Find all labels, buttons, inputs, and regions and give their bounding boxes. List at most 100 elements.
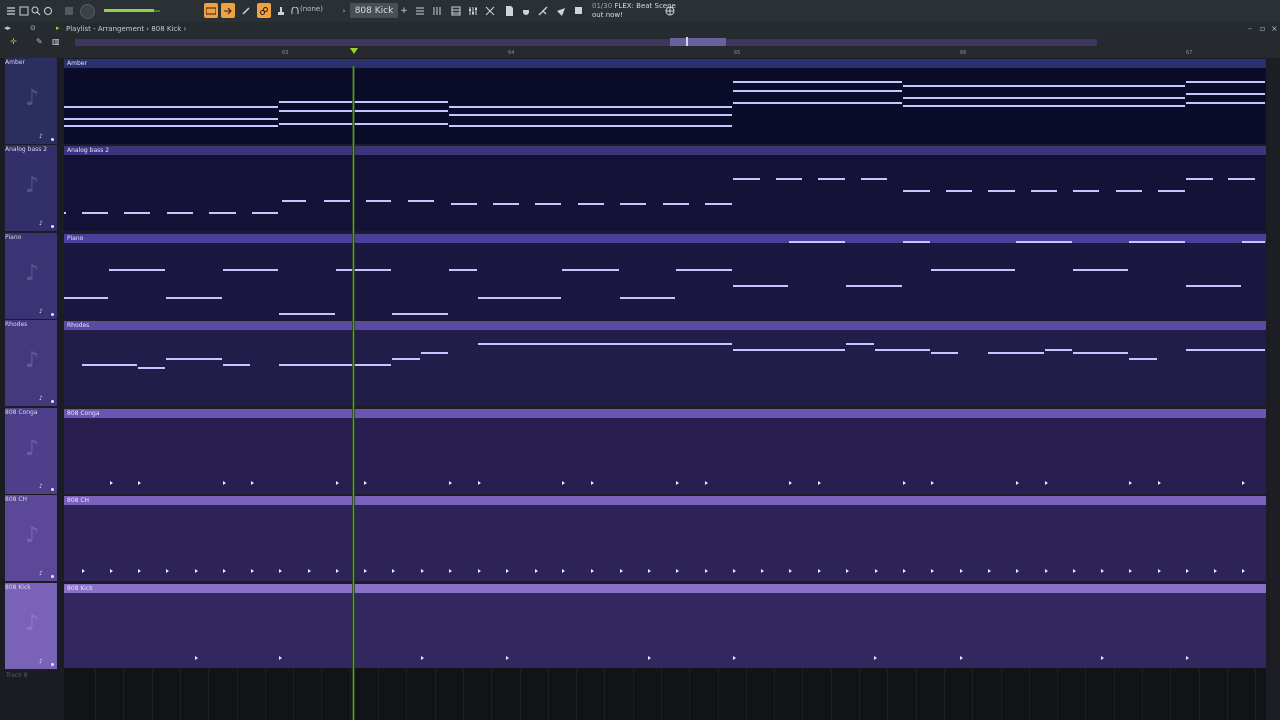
track-name[interactable]: 808 Conga bbox=[5, 409, 38, 416]
track-8-label[interactable]: Track 8 bbox=[6, 672, 27, 679]
track-instrument-icon[interactable]: ♪ bbox=[39, 395, 43, 402]
pattern-clip[interactable]: Analog bass 2 bbox=[64, 146, 1266, 231]
track-mute-led[interactable] bbox=[51, 138, 54, 141]
track-mute-led[interactable] bbox=[51, 400, 54, 403]
song-position-marker[interactable] bbox=[686, 37, 688, 46]
track-name[interactable]: 808 CH bbox=[5, 496, 27, 503]
bar-number[interactable]: 67 bbox=[1186, 50, 1192, 56]
bar-number[interactable]: 65 bbox=[734, 50, 740, 56]
close-icon[interactable]: × bbox=[1271, 24, 1278, 33]
clip-title[interactable]: Analog bass 2 bbox=[64, 146, 1266, 155]
track-name[interactable]: Piano bbox=[5, 234, 21, 241]
tempo-tap-icon[interactable] bbox=[537, 3, 549, 18]
record-icon[interactable] bbox=[42, 3, 54, 18]
track-instrument-icon[interactable]: ♪ bbox=[39, 220, 43, 227]
track-instrument-icon[interactable]: ♪ bbox=[39, 308, 43, 315]
clip-title[interactable]: Rhodes bbox=[64, 321, 1266, 330]
track-name[interactable]: 808 Kick bbox=[5, 584, 31, 591]
track-header[interactable]: 808 Kick ♪ ♪ bbox=[5, 583, 57, 669]
online-globe-icon[interactable] bbox=[664, 3, 676, 18]
track-header[interactable]: Amber ♪ ♪ bbox=[5, 58, 57, 144]
track-header[interactable]: Analog bass 2 ♪ ♪ bbox=[5, 145, 57, 231]
track-name[interactable]: Analog bass 2 bbox=[5, 146, 47, 153]
grid-line bbox=[689, 668, 690, 720]
add-pattern-icon[interactable]: + bbox=[400, 3, 408, 18]
track-name[interactable]: Amber bbox=[5, 59, 25, 66]
clip-title[interactable]: 808 Kick bbox=[64, 584, 1266, 593]
grid-line bbox=[1142, 668, 1143, 720]
stamp-icon[interactable] bbox=[274, 3, 288, 18]
midi-note bbox=[421, 352, 448, 354]
drum-hit bbox=[1045, 481, 1048, 485]
piano-roll-icon[interactable] bbox=[449, 3, 463, 18]
snap-mode-label[interactable]: (none) bbox=[300, 5, 323, 13]
playhead-marker[interactable] bbox=[350, 48, 358, 54]
link-icon[interactable] bbox=[257, 3, 271, 18]
track-mute-led[interactable] bbox=[51, 575, 54, 578]
bar-number[interactable]: 63 bbox=[282, 50, 288, 56]
clip-title[interactable]: Piano bbox=[64, 234, 1266, 243]
pattern-clip[interactable]: Rhodes bbox=[64, 321, 1266, 406]
track-mute-led[interactable] bbox=[51, 663, 54, 666]
track-mute-led[interactable] bbox=[51, 488, 54, 491]
pattern-clip[interactable]: Piano bbox=[64, 234, 1266, 319]
track-instrument-icon[interactable]: ♪ bbox=[39, 483, 43, 490]
stop-icon[interactable] bbox=[64, 3, 74, 18]
midi-note bbox=[478, 297, 561, 299]
window-options-icon[interactable]: ◂▸ bbox=[4, 24, 11, 32]
arrow-right-icon[interactable]: ▸ bbox=[56, 24, 60, 32]
clip-title[interactable]: 808 CH bbox=[64, 496, 1266, 505]
bar-number[interactable]: 66 bbox=[960, 50, 966, 56]
track-mute-led[interactable] bbox=[51, 225, 54, 228]
playlist-icon[interactable] bbox=[413, 3, 427, 18]
pattern-clip[interactable]: 808 CH bbox=[64, 496, 1266, 581]
minimize-icon[interactable]: – bbox=[1248, 24, 1252, 33]
track-header[interactable]: Rhodes ♪ ♪ bbox=[5, 320, 57, 406]
track-instrument-icon[interactable]: ♪ bbox=[39, 133, 43, 140]
drum-hit bbox=[336, 481, 339, 485]
clip-title[interactable]: 808 Conga bbox=[64, 409, 1266, 418]
midi-note bbox=[82, 212, 108, 214]
browser-icon[interactable] bbox=[483, 3, 497, 18]
vertical-scrollbar[interactable] bbox=[1270, 58, 1280, 720]
render-icon[interactable] bbox=[572, 3, 584, 18]
pencil-icon[interactable]: ✎ bbox=[36, 37, 43, 46]
maximize-icon[interactable]: ▫ bbox=[1260, 24, 1265, 33]
track-instrument-icon[interactable]: ♪ bbox=[39, 570, 43, 577]
pattern-selector[interactable]: 808 Kick bbox=[350, 3, 398, 18]
track-mute-led[interactable] bbox=[51, 313, 54, 316]
grid-line bbox=[1029, 668, 1030, 720]
zoom-tool-icon[interactable]: ⊙ bbox=[30, 24, 36, 32]
clip-title[interactable]: Amber bbox=[64, 59, 1266, 68]
pattern-song-toggle-icon[interactable] bbox=[204, 3, 218, 18]
pattern-clip[interactable]: 808 Kick bbox=[64, 584, 1266, 669]
draw-pen-icon[interactable] bbox=[240, 3, 252, 18]
horizontal-scrollbar[interactable] bbox=[75, 39, 1097, 46]
file-icon[interactable] bbox=[503, 3, 515, 18]
bar-number[interactable]: 64 bbox=[508, 50, 514, 56]
pattern-clip[interactable]: Amber bbox=[64, 59, 1266, 144]
scroll-thumb[interactable] bbox=[670, 38, 726, 46]
tool-arrows-icon[interactable]: ✛ bbox=[10, 37, 17, 46]
track-header[interactable]: 808 Conga ♪ ♪ bbox=[5, 408, 57, 494]
zoom-icon[interactable] bbox=[30, 3, 42, 18]
mixer-icon[interactable] bbox=[466, 3, 480, 18]
tempo-knob[interactable] bbox=[80, 4, 95, 19]
plugin-icon[interactable] bbox=[520, 3, 532, 18]
playlist-arrow-icon[interactable] bbox=[221, 3, 235, 18]
track-name[interactable]: Rhodes bbox=[5, 321, 27, 328]
piano-keys-icon[interactable]: ▥ bbox=[52, 37, 60, 46]
pattern-clip[interactable]: 808 Conga bbox=[64, 409, 1266, 494]
drum-hit bbox=[733, 569, 736, 573]
midi-note bbox=[1129, 241, 1185, 243]
midi-note bbox=[578, 203, 604, 205]
magnet-icon[interactable] bbox=[291, 3, 299, 18]
menu-icon[interactable] bbox=[4, 3, 18, 18]
channel-rack-icon[interactable] bbox=[430, 3, 444, 18]
track-header[interactable]: 808 CH ♪ ♪ bbox=[5, 495, 57, 581]
prev-pattern-icon[interactable]: › bbox=[340, 3, 348, 18]
send-icon[interactable] bbox=[555, 3, 567, 18]
track-instrument-icon[interactable]: ♪ bbox=[39, 658, 43, 665]
track-header[interactable]: Piano ♪ ♪ bbox=[5, 233, 57, 319]
snap-icon[interactable] bbox=[18, 3, 30, 18]
